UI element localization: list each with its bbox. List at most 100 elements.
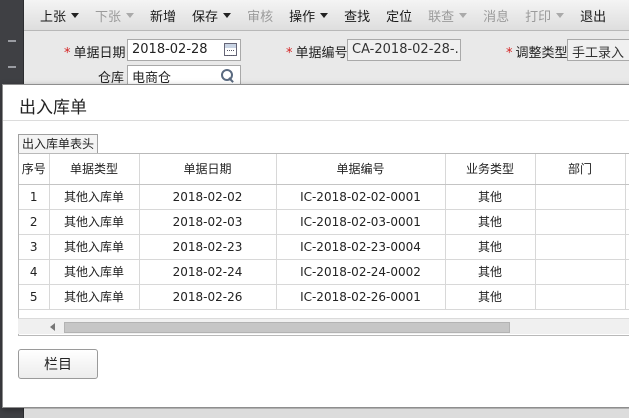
doc-date-field[interactable]: 2018-02-28 (127, 39, 241, 61)
toolbar: 上张 下张 新增 保存 审核 操作 查找 定位 联查 消息 打印 退出 (24, 0, 629, 31)
table-cell (625, 234, 629, 260)
column-header[interactable]: 单据编号 (276, 154, 446, 185)
chevron-down-icon (459, 12, 468, 18)
chevron-down-icon (223, 12, 232, 18)
table-cell: 2018-02-02 (139, 184, 277, 210)
table-cell: IC-2018-02-02-0001 (276, 184, 446, 210)
column-header-extra (625, 154, 629, 185)
doc-no-field[interactable]: CA-2018-02-28-... (347, 39, 461, 61)
dialog-divider (3, 120, 629, 121)
toolbar-button-10[interactable]: 打印 (517, 0, 572, 31)
table-cell: 2018-02-26 (139, 284, 277, 310)
warehouse-field[interactable]: 电商仓 (127, 65, 241, 85)
chevron-down-icon (71, 12, 80, 18)
table-cell (625, 259, 629, 285)
toolbar-button-11[interactable]: 退出 (572, 0, 614, 31)
scroll-left-icon[interactable] (50, 323, 55, 331)
toolbar-button-label: 退出 (580, 9, 607, 25)
toolbar-button-label: 联查 (428, 9, 455, 25)
dialog-title: 出入库单 (19, 98, 87, 118)
tab-header[interactable]: 出入库单表头 (18, 134, 99, 153)
table-body: 1 其他入库单 2018-02-02 IC-2018-02-02-0001 其他 2 其他入… (19, 184, 629, 310)
table-cell: 其他入库单 (49, 184, 140, 210)
column-header[interactable]: 单据日期 (139, 154, 277, 185)
doc-no-label: * 单据编号 (286, 46, 348, 61)
table-cell: 4 (19, 259, 50, 285)
status-bar (24, 408, 629, 418)
table-cell (535, 259, 626, 285)
table-cell: 2018-02-24 (139, 259, 277, 285)
table-cell (625, 184, 629, 210)
table-row[interactable]: 3 其他入库单 2018-02-23 IC-2018-02-23-0004 其他 (19, 234, 629, 260)
table-row[interactable]: 5 其他入库单 2018-02-26 IC-2018-02-26-0001 其他 (19, 284, 629, 310)
column-header[interactable]: 业务类型 (445, 154, 536, 185)
column-header[interactable]: 单据类型 (49, 154, 140, 185)
table-cell: 1 (19, 184, 50, 210)
sidebar-marker (8, 40, 16, 42)
toolbar-button-label: 操作 (289, 9, 316, 25)
table-row[interactable]: 1 其他入库单 2018-02-02 IC-2018-02-02-0001 其他 (19, 184, 629, 210)
calendar-icon[interactable] (224, 43, 237, 56)
toolbar-button-label: 下张 (95, 9, 122, 25)
table-cell: 其他入库单 (49, 234, 140, 260)
horizontal-scrollbar[interactable] (18, 318, 629, 334)
table-cell (625, 209, 629, 235)
column-header[interactable]: 序号 (19, 154, 50, 185)
doc-date-label: * 单据日期 (64, 46, 126, 61)
toolbar-button-8[interactable]: 联查 (420, 0, 475, 31)
table-cell: IC-2018-02-24-0002 (276, 259, 446, 285)
chevron-down-icon (126, 12, 135, 18)
table-cell: 其他入库单 (49, 259, 140, 285)
table-cell: 2018-02-03 (139, 209, 277, 235)
toolbar-button-1[interactable]: 下张 (87, 0, 142, 31)
table-cell (535, 184, 626, 210)
toolbar-button-4[interactable]: 审核 (239, 0, 281, 31)
table-cell: 2018-02-23 (139, 234, 277, 260)
table-cell: IC-2018-02-03-0001 (276, 209, 446, 235)
column-header[interactable]: 部门 (535, 154, 626, 185)
table-cell: 其他入库单 (49, 209, 140, 235)
adjust-type-select[interactable]: 手工录入 (567, 39, 629, 61)
table-cell (535, 284, 626, 310)
toolbar-button-label: 消息 (483, 9, 510, 25)
toolbar-button-7[interactable]: 定位 (378, 0, 420, 31)
chevron-down-icon (556, 12, 565, 18)
table-header-row: 序号 单据类型 单据日期 单据编号 业务类型 部门 (19, 154, 629, 185)
table-cell (625, 284, 629, 310)
table-cell: 其他入库单 (49, 284, 140, 310)
toolbar-button-label: 上张 (40, 9, 67, 25)
form-header: * 单据日期 2018-02-28 * 单据编号 CA-2018-02-28-...… (24, 31, 629, 89)
table-cell: 其他 (445, 284, 536, 310)
table-row[interactable]: 2 其他入库单 2018-02-03 IC-2018-02-03-0001 其他 (19, 209, 629, 235)
table-cell (535, 234, 626, 260)
toolbar-button-0[interactable]: 上张 (32, 0, 87, 31)
table-cell: 其他 (445, 259, 536, 285)
toolbar-button-label: 保存 (192, 9, 219, 25)
sidebar-marker (8, 66, 16, 68)
table-cell: IC-2018-02-23-0004 (276, 234, 446, 260)
scrollbar-thumb[interactable] (64, 322, 510, 333)
table-cell: 3 (19, 234, 50, 260)
table-cell: IC-2018-02-26-0001 (276, 284, 446, 310)
toolbar-button-6[interactable]: 查找 (336, 0, 378, 31)
table-cell: 其他 (445, 209, 536, 235)
toolbar-button-2[interactable]: 新增 (142, 0, 184, 31)
table-cell: 5 (19, 284, 50, 310)
table-cell (535, 209, 626, 235)
toolbar-button-label: 查找 (344, 9, 371, 25)
toolbar-button-label: 打印 (525, 9, 552, 25)
table-cell: 2 (19, 209, 50, 235)
columns-button[interactable]: 栏目 (18, 349, 98, 379)
table-row[interactable]: 4 其他入库单 2018-02-24 IC-2018-02-24-0002 其他 (19, 259, 629, 285)
search-icon[interactable] (220, 68, 236, 84)
table-cell: 其他 (445, 184, 536, 210)
toolbar-button-5[interactable]: 操作 (281, 0, 336, 31)
toolbar-button-label: 新增 (150, 9, 177, 25)
records-table: 序号 单据类型 单据日期 单据编号 业务类型 部门 1 其他入库单 2018-02-02 IC-… (18, 153, 629, 336)
adjust-type-label: * 调整类型 (506, 46, 568, 61)
toolbar-button-9[interactable]: 消息 (475, 0, 517, 31)
toolbar-button-3[interactable]: 保存 (184, 0, 239, 31)
toolbar-button-label: 审核 (247, 9, 274, 25)
table-cell: 其他 (445, 234, 536, 260)
records-dialog: 出入库单 出入库单表头 序号 单据类型 单据日期 单据编号 业务类型 部门 1 其他入库单 2… (2, 84, 629, 408)
